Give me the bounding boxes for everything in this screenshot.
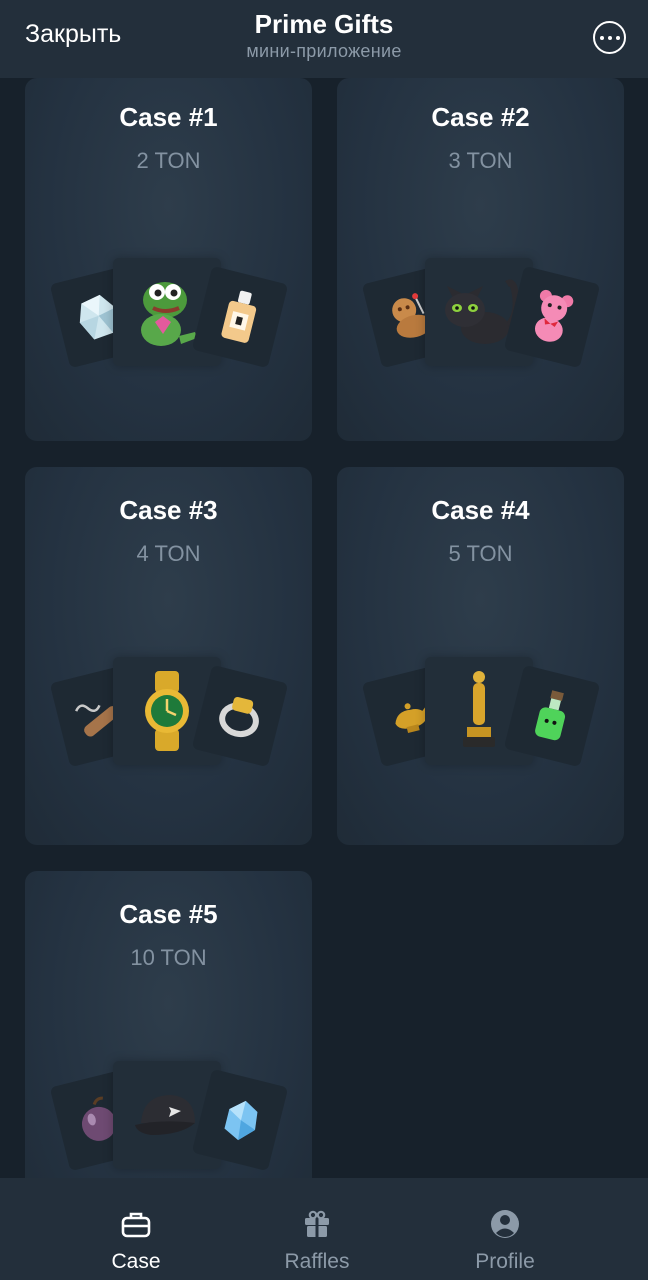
case-title: Case #5 — [119, 899, 218, 929]
tab-profile[interactable]: Profile — [397, 1178, 613, 1280]
app-root: Закрыть Prime Gifts мини-приложение Case… — [0, 0, 648, 1280]
app-title: Prime Gifts — [254, 9, 394, 39]
black-cap-icon — [135, 1095, 195, 1135]
bottom-tab-bar: Case Raffles Profile — [0, 1178, 648, 1280]
case-price: 2 TON — [136, 148, 201, 173]
case-card[interactable]: Case #3 4 TON — [25, 467, 312, 845]
case-preview — [361, 655, 601, 775]
ice-crystal-icon — [224, 1100, 258, 1141]
pink-teddy-bear-icon — [534, 289, 574, 342]
case-title: Case #1 — [119, 102, 218, 132]
gold-watch-icon — [145, 671, 189, 751]
tab-label: Raffles — [284, 1250, 350, 1273]
tab-raffles[interactable]: Raffles — [209, 1178, 425, 1280]
case-price: 3 TON — [448, 148, 513, 173]
title-block: Prime Gifts мини-приложение — [0, 8, 648, 62]
signet-ring-icon — [219, 696, 259, 738]
perfume-bottle-icon — [221, 290, 257, 343]
app-subtitle: мини-приложение — [246, 41, 402, 61]
case-title: Case #3 — [119, 495, 218, 525]
user-icon — [491, 1210, 519, 1238]
header-bar: Закрыть Prime Gifts мини-приложение — [0, 0, 648, 78]
gift-icon — [305, 1210, 329, 1237]
case-preview — [49, 1059, 289, 1178]
more-options-button[interactable] — [593, 21, 626, 54]
case-price: 10 TON — [130, 945, 207, 970]
cases-grid: Case #1 2 TON Case #2 3 TON Case #3 4 TO… — [0, 78, 648, 1178]
case-card[interactable]: Case #4 5 TON — [337, 467, 624, 845]
case-card[interactable]: Case #2 3 TON — [337, 78, 624, 441]
case-preview — [49, 655, 289, 775]
briefcase-icon — [121, 1212, 151, 1238]
case-preview — [361, 256, 601, 376]
more-dot-icon — [607, 35, 612, 40]
case-price: 4 TON — [136, 541, 201, 566]
more-dot-icon — [615, 35, 620, 40]
more-dot-icon — [599, 35, 604, 40]
green-potion-icon — [535, 690, 566, 741]
oscar-statuette-icon — [463, 671, 495, 747]
case-preview — [49, 256, 289, 376]
case-title: Case #4 — [431, 495, 530, 525]
case-card[interactable]: Case #1 2 TON — [25, 78, 312, 441]
case-card[interactable]: Case #5 10 TON — [25, 871, 312, 1178]
case-title: Case #2 — [431, 102, 530, 132]
case-price: 5 TON — [448, 541, 513, 566]
tab-label: Profile — [475, 1250, 535, 1273]
